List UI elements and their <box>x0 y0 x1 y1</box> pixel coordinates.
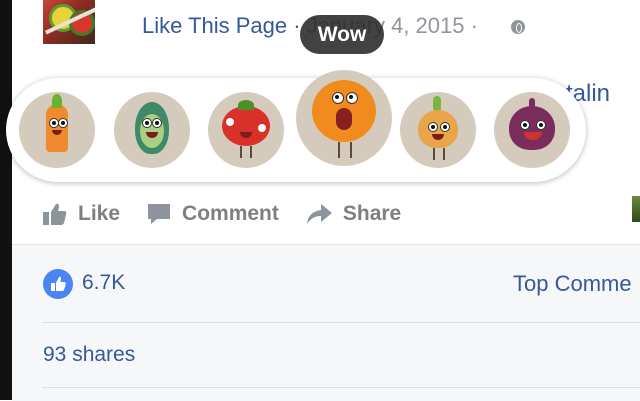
like-reaction-icon <box>43 269 73 299</box>
reaction-tomato[interactable] <box>208 92 284 168</box>
comment-button[interactable]: Comment <box>146 202 279 226</box>
fig-character-icon <box>509 106 555 150</box>
reaction-wow[interactable] <box>296 70 392 166</box>
reaction-carrot[interactable] <box>19 92 95 168</box>
reaction-avocado[interactable] <box>114 92 190 168</box>
shares-count[interactable]: 93 shares <box>43 343 135 367</box>
top-comments-dropdown[interactable]: Top Comme <box>513 271 632 297</box>
onion-character-icon <box>418 110 458 148</box>
post-actions: Like Comment Share <box>42 196 427 232</box>
divider <box>42 387 640 388</box>
like-count[interactable]: 6.7K <box>82 271 125 295</box>
carrot-character-icon <box>46 104 68 152</box>
window-left-edge <box>0 0 12 400</box>
globe-icon <box>511 20 525 34</box>
comment-icon <box>148 204 171 224</box>
partial-thumbnail[interactable] <box>632 196 640 222</box>
like-page-link[interactable]: Like This Page <box>142 13 287 38</box>
share-label: Share <box>342 202 402 225</box>
comment-label: Comment <box>182 202 279 225</box>
like-button[interactable]: Like <box>42 202 120 226</box>
reaction-fig[interactable] <box>494 92 570 168</box>
reactions-dock <box>6 70 586 182</box>
thumbs-up-icon <box>43 203 67 225</box>
share-button[interactable]: Share <box>305 202 401 226</box>
share-arrow-icon <box>306 204 332 224</box>
reaction-onion[interactable] <box>400 92 476 168</box>
divider <box>42 322 640 323</box>
reaction-tooltip: Wow <box>300 15 384 54</box>
like-label: Like <box>78 202 121 225</box>
page-avatar-thumbnail[interactable] <box>43 0 95 44</box>
